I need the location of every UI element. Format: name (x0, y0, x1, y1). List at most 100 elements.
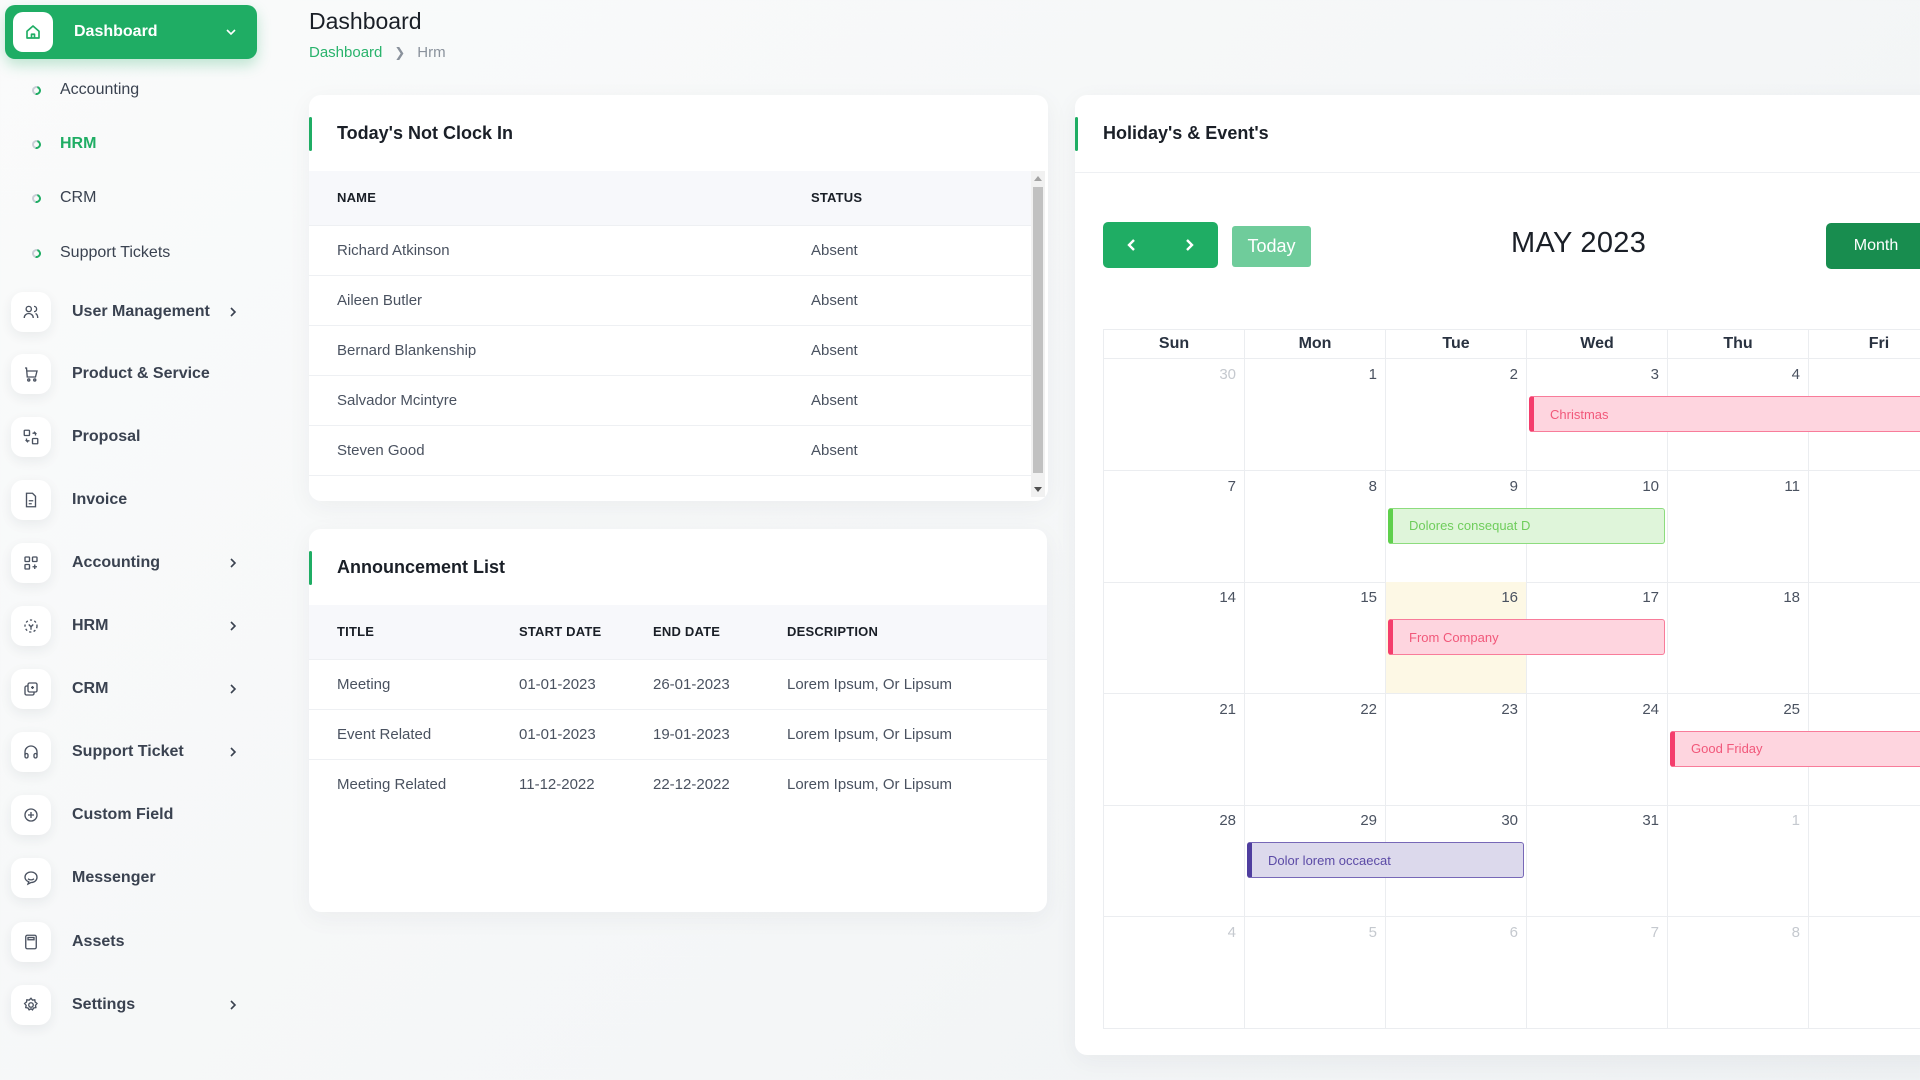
cart-icon (11, 354, 51, 394)
sidebar-item-settings[interactable]: Settings (11, 985, 251, 1025)
calendar-day[interactable]: 22 (1245, 693, 1386, 805)
calendar-event[interactable]: Dolores consequat D (1388, 507, 1665, 544)
gear-icon (11, 985, 51, 1025)
day-number: 17 (1642, 589, 1659, 606)
calendar-event[interactable]: Christmas (1529, 396, 1920, 432)
employee-name: Bernard Blankenship (309, 324, 811, 375)
announcement-end-date: 26-01-2023 (653, 658, 787, 709)
calendar-day[interactable]: 14 (1104, 582, 1245, 693)
today-button[interactable]: Today (1232, 226, 1311, 267)
sidebar-item-assets[interactable]: Assets (11, 922, 251, 962)
circle-plus-icon (11, 795, 51, 835)
sidebar-item-label: HRM (72, 617, 109, 634)
calendar-day[interactable]: 2 (1386, 359, 1527, 470)
calendar-day[interactable]: 28 (1104, 805, 1245, 916)
day-number: 16 (1501, 589, 1518, 606)
sidebar-item-user-management[interactable]: User Management (11, 292, 251, 332)
scroll-down-arrow-icon[interactable] (1034, 487, 1042, 492)
headphones-icon (11, 732, 51, 772)
calendar-day[interactable]: 30 (1104, 359, 1245, 470)
day-number: 5 (1368, 923, 1377, 941)
employee-name: Richard Atkinson (309, 224, 811, 275)
card-accent-bar (1075, 117, 1078, 151)
prev-month-button[interactable] (1103, 222, 1161, 268)
submenu-item-accounting[interactable]: Accounting (0, 72, 250, 108)
calendar-day[interactable]: 7 (1527, 916, 1668, 1028)
submenu-item-crm[interactable]: CRM (0, 180, 250, 216)
sidebar-item-accounting[interactable]: Accounting (11, 543, 251, 583)
sidebar-item-label: Proposal (72, 428, 141, 445)
sidebar-item-label: Messenger (72, 869, 156, 886)
calendar-day[interactable]: 4 (1104, 916, 1245, 1028)
sidebar-item-label: Dashboard (74, 23, 158, 40)
calendar-day[interactable]: 24 (1527, 693, 1668, 805)
bullet-icon (30, 137, 43, 151)
calendar-day[interactable]: 8 (1245, 470, 1386, 582)
day-number: 3 (1650, 366, 1659, 383)
table-row[interactable]: Event Related 01-01-2023 19-01-2023 Lorem I… (309, 708, 1047, 759)
sidebar-item-label: Custom Field (72, 806, 174, 823)
day-number: 28 (1219, 812, 1236, 829)
sidebar-item-support-ticket[interactable]: Support Ticket (11, 732, 251, 772)
scrollbar-thumb[interactable] (1033, 187, 1043, 473)
table-row[interactable]: Salvador Mcintyre Absent (309, 374, 1031, 425)
calendar-day[interactable]: 5 (1245, 916, 1386, 1028)
table-row[interactable]: Meeting Related 11-12-2022 22-12-2022 Lorem… (309, 758, 1047, 809)
day-number: 30 (1219, 366, 1236, 383)
sidebar-item-label: Invoice (72, 491, 128, 508)
sidebar-item-label: Product & Service (72, 365, 210, 382)
table-row[interactable]: Meeting 01-01-2023 26-01-2023 Lorem Ipsum, … (309, 658, 1047, 709)
calendar-event[interactable]: From Company (1388, 619, 1665, 655)
calendar-day[interactable]: 7 (1104, 470, 1245, 582)
card-accent-bar (309, 117, 312, 151)
calendar-day[interactable]: 8 (1668, 916, 1809, 1028)
hrm-icon (11, 606, 51, 646)
scroll-up-arrow-icon[interactable] (1034, 176, 1042, 181)
sidebar-item-proposal[interactable]: Proposal (11, 417, 251, 457)
calendar-day[interactable]: 19 (1809, 582, 1920, 693)
weekday-label: Fri (1809, 330, 1920, 358)
calendar-event[interactable]: Dolor lorem occaecat (1247, 842, 1524, 878)
sidebar-item-product-service[interactable]: Product & Service (11, 354, 251, 394)
sidebar-item-custom-field[interactable]: Custom Field (11, 795, 251, 835)
table-row[interactable]: Steven Good Absent (309, 424, 1031, 475)
next-month-button[interactable] (1161, 222, 1219, 268)
calendar-day[interactable]: 1 (1245, 359, 1386, 470)
table-row[interactable]: Richard Atkinson Absent (309, 224, 1031, 275)
calendar-day[interactable]: 23 (1386, 693, 1527, 805)
sidebar-item-messenger[interactable]: Messenger (11, 858, 251, 898)
breadcrumb-link-dashboard[interactable]: Dashboard (309, 44, 382, 61)
day-number: 22 (1360, 700, 1377, 718)
calendar-day[interactable]: 21 (1104, 693, 1245, 805)
day-number: 8 (1791, 923, 1800, 941)
sidebar-item-invoice[interactable]: Invoice (11, 480, 251, 520)
calendar-event[interactable]: Good Friday (1670, 730, 1920, 767)
calendar-day[interactable]: 9 (1809, 917, 1920, 1028)
bullet-icon (30, 191, 43, 205)
calendar-day[interactable]: 15 (1245, 582, 1386, 693)
submenu-item-support-tickets[interactable]: Support Tickets (0, 235, 250, 271)
calendar-day[interactable]: 12 (1809, 471, 1920, 582)
month-view-button[interactable]: Month (1826, 223, 1920, 269)
table-scrollbar[interactable] (1031, 171, 1045, 497)
sidebar-item-hrm[interactable]: HRM (11, 606, 251, 646)
empty-cell (309, 474, 811, 501)
calendar-day[interactable]: 1 (1668, 805, 1809, 916)
chevron-right-icon (225, 744, 241, 760)
sidebar-item-dashboard[interactable]: Dashboard (5, 5, 257, 59)
chevron-right-icon (225, 304, 241, 320)
announcement-start-date: 01-01-2023 (519, 658, 653, 709)
calendar-day[interactable]: 18 (1668, 582, 1809, 693)
table-row[interactable]: Aileen Butler Absent (309, 274, 1031, 325)
calendar-day[interactable]: 11 (1668, 470, 1809, 582)
submenu-item-label: Accounting (60, 81, 140, 98)
attendance-status: Absent (811, 424, 1031, 475)
proposal-icon (11, 417, 51, 457)
day-number: 15 (1360, 589, 1377, 606)
calendar-day[interactable]: 31 (1527, 805, 1668, 916)
calendar-day[interactable]: 6 (1386, 916, 1527, 1028)
table-row[interactable]: Bernard Blankenship Absent (309, 324, 1031, 375)
sidebar-item-crm[interactable]: CRM (11, 669, 251, 709)
calendar-day[interactable]: 2 (1809, 805, 1920, 916)
submenu-item-hrm[interactable]: HRM (0, 126, 250, 162)
